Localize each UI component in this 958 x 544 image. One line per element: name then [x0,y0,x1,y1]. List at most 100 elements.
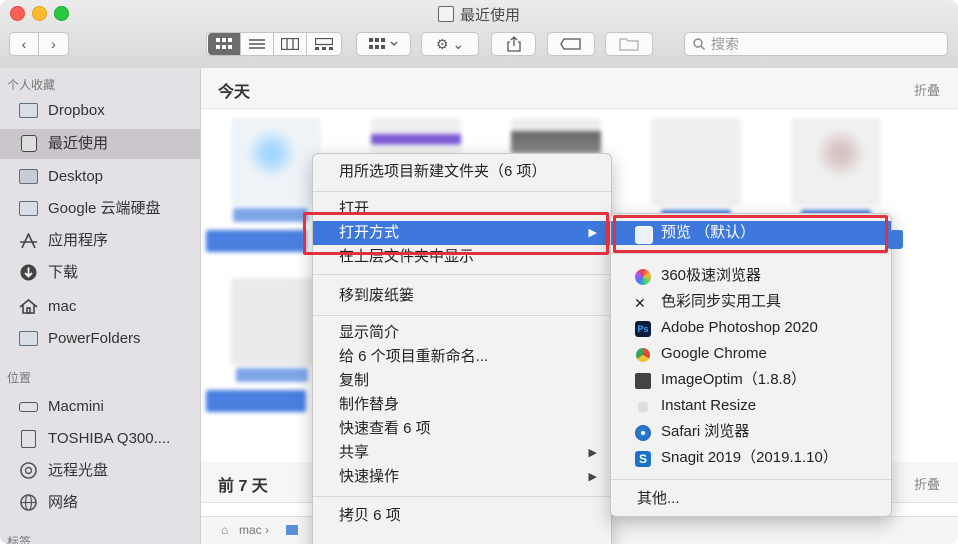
sidebar-item-google-drive[interactable]: Google 云端硬盘 [0,194,200,224]
menu-separator [611,479,891,480]
folder-icon [19,331,38,346]
file-thumbnail[interactable] [791,118,881,206]
menu-separator [313,274,611,275]
sidebar-item-downloads[interactable]: 下载 [0,258,200,288]
menu-item-quick-actions[interactable]: 快速操作 ▶ [313,465,611,489]
forward-button[interactable]: › [39,33,68,55]
recents-icon [437,6,454,22]
sidebar: 个人收藏 Dropbox 最近使用 Desktop Google 云端硬盘 应用… [0,68,201,544]
instant-resize-icon [638,402,648,412]
path-item-mac[interactable]: mac › [239,523,269,537]
new-folder-button[interactable] [605,32,653,56]
search-placeholder: 搜索 [711,36,739,52]
sidebar-item-macmini[interactable]: Macmini [0,392,200,422]
menu-item-app[interactable]: Ps Adobe Photoshop 2020 [611,316,891,340]
sidebar-item-network[interactable]: 网络 [0,488,200,518]
file-thumbnail[interactable] [231,118,321,206]
menu-item-copy[interactable]: 拷贝 6 项 [313,504,611,528]
group-grid-icon [368,38,397,49]
share-icon [506,36,521,52]
section-title-week: 前 7 天 [218,478,268,495]
folder-add-icon [619,38,639,51]
sidebar-item-dropbox[interactable]: Dropbox [0,96,200,126]
favorites-header: 个人收藏 [7,78,56,92]
imageoptim-icon [635,373,651,389]
menu-item-app[interactable]: S Snagit 2019（2019.1.10） [611,446,891,470]
applications-icon [20,233,37,248]
back-button[interactable]: ‹ [10,33,39,55]
collapse-week-button[interactable]: 折叠 [914,474,940,493]
sidebar-item-applications[interactable]: 应用程序 [0,226,200,256]
file-thumbnail[interactable] [231,278,321,366]
menu-item-app[interactable]: Safari 浏览器 [611,420,891,444]
action-menu-button[interactable]: ⚙ ⌄ [421,32,479,56]
menu-item-app[interactable]: Instant Resize [611,394,891,418]
group-by-button[interactable] [356,32,411,56]
download-icon [20,264,37,281]
sidebar-item-remote-disc[interactable]: 远程光盘 [0,456,200,486]
menu-item-app[interactable]: ImageOptim（1.8.8） [611,368,891,392]
list-icon [249,39,265,49]
menu-item-share[interactable]: 共享 ▶ [313,441,611,465]
file-thumbnail[interactable] [651,118,741,206]
columns-icon [280,37,300,51]
share-button[interactable] [491,32,536,56]
window-title: 最近使用 [0,4,958,25]
sidebar-item-powerfolders[interactable]: PowerFolders [0,324,200,354]
sidebar-item-home[interactable]: mac [0,292,200,322]
section-header-today: 今天 折叠 [201,68,958,109]
column-view-button[interactable] [274,33,307,55]
computer-icon [19,402,38,412]
menu-separator [313,191,611,192]
list-view-button[interactable] [241,33,274,55]
drive-icon [21,430,36,448]
gallery-icon [314,37,333,50]
home-icon: ⌂ [221,523,229,537]
photoshop-icon: Ps [635,321,651,337]
menu-separator [611,253,891,254]
view-mode-group [206,32,342,56]
sidebar-item-desktop[interactable]: Desktop [0,162,200,192]
tags-button[interactable] [547,32,595,56]
menu-item-new-folder-with-selection[interactable]: 用所选项目新建文件夹（6 项） [313,160,611,184]
locations-header: 位置 [7,371,32,385]
file-selection-badge [888,231,902,249]
menu-item-make-alias[interactable]: 制作替身 [313,393,611,417]
menu-separator [313,315,611,316]
icon-view-button[interactable] [208,33,241,55]
menu-item-move-to-trash[interactable]: 移到废纸篓 [313,284,611,308]
submenu-arrow-icon: ▶ [588,447,597,459]
recents-icon [21,135,37,152]
file-name-label [206,390,306,412]
search-input[interactable]: 搜索 [684,32,948,56]
desktop-icon [19,169,38,184]
file-name-label [233,208,308,222]
menu-item-other[interactable]: 其他... [611,487,891,511]
annotation-highlight-preview [613,215,888,253]
submenu-arrow-icon: ▶ [588,471,597,483]
colorsync-icon: ✕ [634,295,646,311]
collapse-today-button[interactable]: 折叠 [914,80,940,99]
menu-item-duplicate[interactable]: 复制 [313,369,611,393]
gallery-view-button[interactable] [307,33,340,55]
menu-item-app[interactable]: ✕ 色彩同步实用工具 [611,290,891,314]
finder-window: 最近使用 ‹ › ⚙ ⌄ 搜索 个人收藏 Dropbox 最近使用 Deskto… [0,0,958,544]
menu-separator [313,496,611,497]
folder-icon [19,201,38,216]
sidebar-item-toshiba[interactable]: TOSHIBA Q300.... [0,424,200,454]
annotation-highlight-open-with [303,212,609,255]
menu-item-get-info[interactable]: 显示简介 [313,321,611,345]
snagit-icon: S [635,451,651,467]
file-name-label [206,230,306,252]
sidebar-item-recents[interactable]: 最近使用 [0,129,200,159]
menu-item-quick-look[interactable]: 快速查看 6 项 [313,417,611,441]
360-browser-icon [635,269,651,285]
icon-grid-icon [216,38,232,49]
menu-item-app[interactable]: 360极速浏览器 [611,264,891,288]
section-title-today: 今天 [218,84,251,101]
menu-item-app[interactable]: Google Chrome [611,342,891,366]
back-forward-buttons: ‹ › [9,32,69,56]
menu-item-rename[interactable]: 给 6 个项目重新命名... [313,345,611,369]
home-icon [19,299,38,314]
file-name-label [236,368,308,382]
